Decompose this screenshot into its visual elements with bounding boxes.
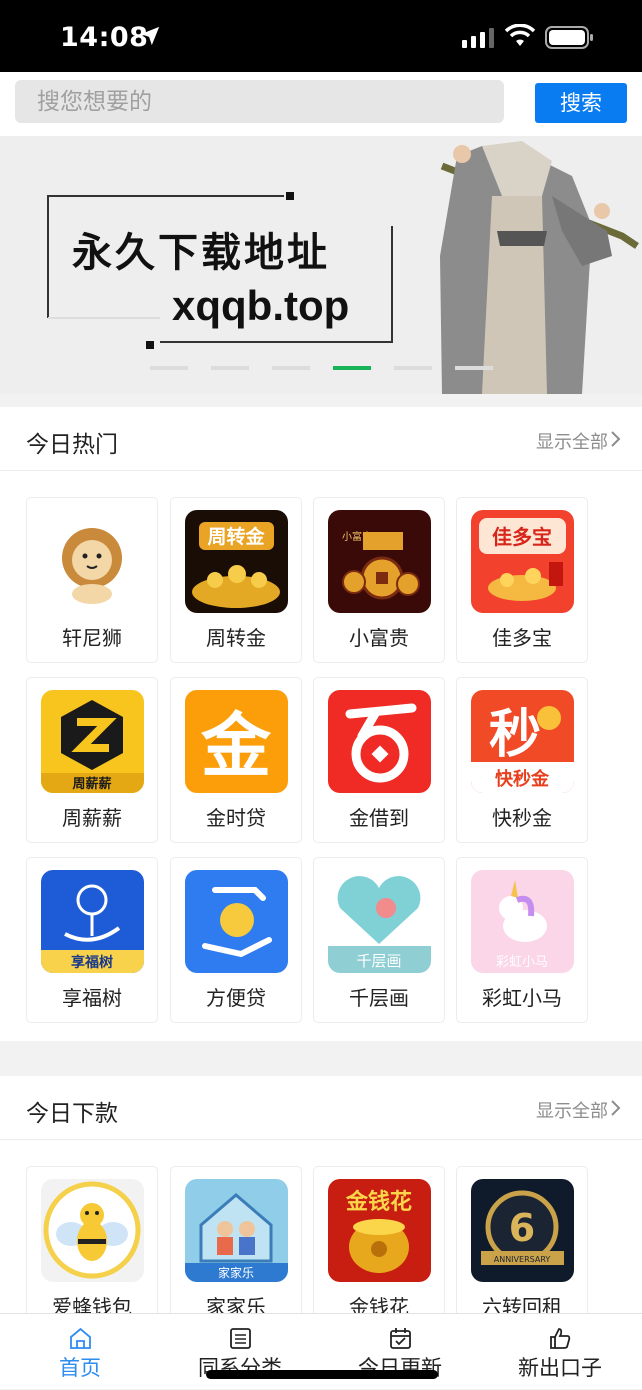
- app-card[interactable]: 金借到: [313, 677, 445, 843]
- app-card[interactable]: 秒 快秒金 快秒金: [456, 677, 588, 843]
- chevron-right-icon[interactable]: [610, 1100, 622, 1116]
- app-card[interactable]: 彩虹小马 彩虹小马: [456, 857, 588, 1023]
- location-arrow-icon: [140, 26, 160, 46]
- hot-section: 今日热门 显示全部 轩尼狮 周转金 周转金 小富贵 小富贵 佳多宝 佳多宝 周薪…: [0, 407, 642, 1041]
- chevron-right-icon[interactable]: [610, 431, 622, 447]
- section-title: 今日下款: [26, 1101, 118, 1127]
- icon-text: 金钱花: [345, 1189, 412, 1215]
- second-char-icon: 秒 快秒金: [471, 690, 574, 793]
- heart-balloon-icon: 千层画: [328, 870, 431, 973]
- banner-headline: 永久下载地址: [72, 230, 330, 276]
- icon-text: 家家乐: [218, 1265, 254, 1280]
- gold-pot-icon: 金钱花: [328, 1179, 431, 1282]
- battery-icon: [545, 26, 593, 49]
- promo-banner[interactable]: 永久下载地址 xqqb.top: [0, 136, 642, 394]
- tab-label: 新出口子: [518, 1356, 602, 1380]
- icon-text: 周薪薪: [72, 776, 111, 792]
- icon-text: 千层画: [356, 952, 401, 970]
- app-name: 周薪薪: [62, 806, 122, 830]
- section-title: 今日热门: [26, 432, 118, 458]
- app-name: 方便贷: [206, 986, 266, 1010]
- search-input[interactable]: [15, 80, 504, 123]
- app-name: 佳多宝: [492, 626, 552, 650]
- icon-text: 周转金: [207, 525, 265, 548]
- thumbs-up-icon: [550, 1328, 571, 1349]
- bee-icon: [41, 1179, 144, 1282]
- app-name: 快秒金: [492, 806, 552, 830]
- gold-coins-icon: 周转金: [185, 510, 288, 613]
- show-all-link[interactable]: 显示全部: [536, 1097, 608, 1123]
- wifi-icon: [505, 24, 535, 46]
- app-card[interactable]: 方便贷: [170, 857, 302, 1023]
- family-house-icon: 家家乐: [185, 1179, 288, 1282]
- icon-text: 佳多宝: [492, 525, 552, 549]
- icon-text: 彩虹小马: [496, 955, 548, 970]
- pagination-dot-active[interactable]: [333, 366, 371, 370]
- app-card[interactable]: 金钱花 金钱花: [313, 1166, 445, 1332]
- show-all-link[interactable]: 显示全部: [536, 428, 608, 454]
- lion-icon: [41, 510, 144, 613]
- hot-section-header: 今日热门 显示全部: [0, 407, 642, 471]
- z-logo-icon: 周薪薪: [41, 690, 144, 793]
- app-name: 享福树: [62, 986, 122, 1010]
- money-tree-icon: 享福树: [41, 870, 144, 973]
- calendar-icon: [390, 1328, 411, 1349]
- app-card[interactable]: 小富贵 小富贵: [313, 497, 445, 663]
- coins-icon: 小富贵: [328, 510, 431, 613]
- icon-subtext: 快秒金: [495, 768, 550, 790]
- tab-home[interactable]: 首页: [0, 1314, 160, 1390]
- banner-url: xqqb.top: [172, 282, 350, 329]
- app-card[interactable]: 周转金 周转金: [170, 497, 302, 663]
- status-time: 14:08: [60, 22, 149, 53]
- pagination-dot[interactable]: [211, 366, 249, 370]
- home-icon: [70, 1327, 91, 1349]
- app-card[interactable]: 爱蜂钱包: [26, 1166, 158, 1332]
- tab-new-releases[interactable]: 新出口子: [480, 1314, 640, 1390]
- gold-char-icon: 金: [185, 690, 288, 793]
- new-today-header: 今日下款 显示全部: [0, 1076, 642, 1140]
- app-card[interactable]: 轩尼狮: [26, 497, 158, 663]
- app-name: 彩虹小马: [482, 986, 562, 1010]
- status-bar: 14:08: [0, 0, 642, 72]
- app-name: 周转金: [206, 626, 266, 650]
- anniversary-badge-icon: 6 ANNIVERSARY: [471, 1179, 574, 1282]
- app-card[interactable]: 千层画 千层画: [313, 857, 445, 1023]
- app-name: 金借到: [349, 806, 409, 830]
- search-button[interactable]: 搜索: [535, 83, 627, 123]
- home-indicator[interactable]: [206, 1370, 438, 1379]
- cellular-signal-icon: [462, 28, 494, 48]
- pagination-dot[interactable]: [272, 366, 310, 370]
- icon-text: 6: [509, 1206, 535, 1250]
- unicorn-icon: 彩虹小马: [471, 870, 574, 973]
- app-card[interactable]: 6 ANNIVERSARY 六转回租: [456, 1166, 588, 1332]
- app-card[interactable]: 金 金时贷: [170, 677, 302, 843]
- app-card[interactable]: 家家乐 家家乐: [170, 1166, 302, 1332]
- app-card[interactable]: 享福树 享福树: [26, 857, 158, 1023]
- new-today-section: 今日下款 显示全部 爱蜂钱包 家家乐 家家乐 金钱花 金钱花 6 ANNIVER…: [0, 1076, 642, 1332]
- robed-figure-illustration: [440, 141, 639, 394]
- icon-text: 秒: [489, 705, 541, 765]
- hand-coin-icon: [185, 870, 288, 973]
- app-name: 轩尼狮: [62, 626, 122, 650]
- pagination-dot[interactable]: [150, 366, 188, 370]
- list-icon: [230, 1328, 251, 1349]
- app-card[interactable]: 周薪薪 周薪薪: [26, 677, 158, 843]
- icon-text: 金: [200, 705, 272, 787]
- icon-subtext: ANNIVERSARY: [494, 1255, 551, 1264]
- banner-pagination: [150, 366, 500, 371]
- tab-label: 首页: [59, 1356, 101, 1380]
- red-envelope-icon: 佳多宝: [471, 510, 574, 613]
- app-card[interactable]: 佳多宝 佳多宝: [456, 497, 588, 663]
- pagination-dot[interactable]: [394, 366, 432, 370]
- hundred-icon: [328, 690, 431, 793]
- app-name: 千层画: [349, 986, 409, 1010]
- pagination-dot[interactable]: [455, 366, 493, 370]
- app-name: 小富贵: [349, 626, 409, 650]
- search-bar: 搜索: [0, 72, 642, 136]
- icon-text: 享福树: [71, 954, 113, 971]
- app-name: 金时贷: [206, 806, 266, 830]
